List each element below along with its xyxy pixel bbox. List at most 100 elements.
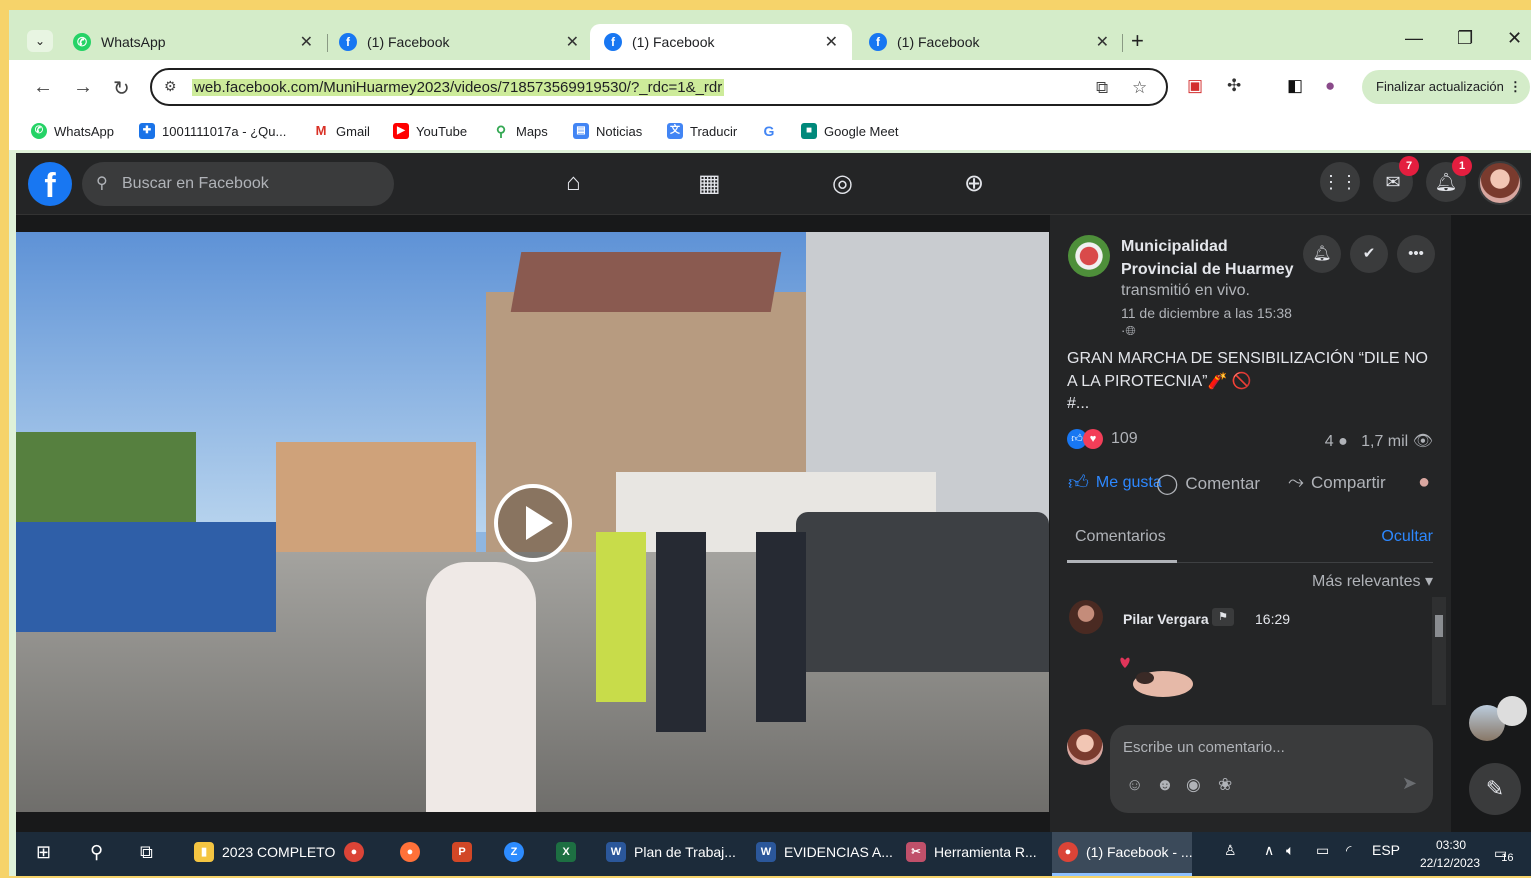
tab-facebook-3[interactable]: f (1) Facebook ✕ <box>855 24 1123 60</box>
site-info-icon[interactable]: ⚙ <box>164 78 177 95</box>
excel-icon[interactable]: X <box>556 842 584 862</box>
more-options-button[interactable]: ••• <box>1397 235 1435 273</box>
back-button[interactable]: ← <box>33 76 53 99</box>
windows-start-icon[interactable]: ⊞ <box>36 842 51 863</box>
wifi-icon[interactable]: ◜ <box>1346 842 1351 859</box>
see-more-link[interactable]: #... <box>1067 395 1089 413</box>
comment-button[interactable]: ◯ Comentar <box>1156 471 1260 496</box>
bookmark-whatsapp[interactable]: ✆ WhatsApp <box>31 123 114 139</box>
messenger-icon[interactable]: ✉ 7 <box>1373 156 1419 202</box>
avatar-sticker-icon[interactable]: ☺ <box>1126 775 1143 795</box>
reload-button[interactable]: ↻ <box>113 76 130 101</box>
play-button[interactable] <box>494 484 572 562</box>
page-name-link[interactable]: Municipalidad Provincial de Huarmey <box>1121 235 1301 281</box>
task-view-icon[interactable]: ⧉ <box>140 842 153 863</box>
extensions-icon[interactable]: ✣ <box>1227 76 1241 96</box>
post-stats[interactable]: 4 ● 1,7 mil 👁︎ <box>1325 431 1433 451</box>
save-button[interactable]: ✔ <box>1350 235 1388 273</box>
comment-author-name[interactable]: Pilar Vergara <box>1123 611 1209 627</box>
search-icon[interactable]: ⚲ <box>90 842 103 863</box>
forward-button[interactable]: → <box>73 76 93 99</box>
tray-chevron-icon[interactable]: ∧ <box>1264 842 1274 859</box>
comments-scrollbar[interactable] <box>1432 597 1446 705</box>
address-bar[interactable]: ⚙ web.facebook.com/MuniHuarmey2023/video… <box>150 68 1168 106</box>
close-icon[interactable]: ✕ <box>300 32 313 52</box>
tab-comments[interactable]: Comentarios <box>1075 528 1166 546</box>
bookmark-gmail[interactable]: M Gmail <box>313 123 370 139</box>
send-icon[interactable]: ➤ <box>1402 773 1417 794</box>
install-app-icon[interactable]: ⧉ <box>1096 78 1108 98</box>
new-tab-button[interactable]: + <box>1131 28 1144 54</box>
taskbar-word-plan[interactable]: W Plan de Trabaj... <box>606 842 736 862</box>
zoom-icon[interactable]: Z <box>504 842 532 862</box>
close-icon[interactable]: ✕ <box>825 32 838 52</box>
gaming-icon[interactable]: ⊕ <box>964 169 984 198</box>
profile-icon[interactable]: ● <box>1325 76 1335 96</box>
powerpoint-icon[interactable]: P <box>452 842 480 862</box>
like-button[interactable]: 👍︎ Me gusta <box>1068 471 1162 495</box>
notify-bell-button[interactable]: 🔔︎ <box>1303 235 1341 273</box>
restore-button[interactable]: ❐ <box>1457 28 1473 49</box>
sticker-icon[interactable]: ❀ <box>1218 775 1232 795</box>
new-message-button[interactable]: ✎ <box>1469 763 1521 815</box>
update-button[interactable]: Finalizar actualización ⋮ <box>1362 70 1530 104</box>
taskbar-folder[interactable]: ▮ 2023 COMPLETO <box>194 842 335 862</box>
tab-facebook-1[interactable]: f (1) Facebook ✕ <box>325 24 593 60</box>
tab-search-button[interactable]: ⌄ <box>27 30 53 52</box>
bookmark-translate[interactable]: 文 Traducir <box>667 123 737 139</box>
comment-time[interactable]: 16:29 <box>1255 611 1290 627</box>
comment-composer[interactable]: ☺ ☻ ◉ ❀ ➤ <box>1110 725 1433 813</box>
emoji-icon[interactable]: ☻ <box>1156 775 1174 795</box>
notification-center[interactable]: ▭ 16 <box>1494 842 1513 865</box>
share-button[interactable]: ⤳ Compartir <box>1288 471 1386 494</box>
url-text[interactable]: web.facebook.com/MuniHuarmey2023/videos/… <box>192 79 725 96</box>
close-icon[interactable]: ✕ <box>1096 32 1109 52</box>
hide-comments-link[interactable]: Ocultar <box>1381 528 1433 546</box>
battery-icon[interactable]: ▭ <box>1316 842 1329 859</box>
bookmark-google-meet[interactable]: ■ Google Meet <box>801 123 898 139</box>
close-icon[interactable]: ✕ <box>566 32 579 52</box>
bookmark-maps[interactable]: ⚲ Maps <box>493 123 548 139</box>
comment-input[interactable] <box>1123 737 1413 757</box>
home-icon[interactable]: ⌂ <box>566 169 581 197</box>
facebook-search[interactable]: ⚲ Buscar en Facebook <box>82 162 394 206</box>
language-indicator[interactable]: ESP <box>1372 842 1400 858</box>
comment-sort-dropdown[interactable]: Más relevantes ▾ <box>1312 571 1433 591</box>
tab-whatsapp[interactable]: ✆ WhatsApp ✕ <box>59 24 327 60</box>
react-as-avatar[interactable]: ● <box>1418 471 1437 494</box>
bookmark-star-icon[interactable]: ☆ <box>1132 78 1147 98</box>
bookmark-label: YouTube <box>416 123 468 139</box>
groups-icon[interactable]: ◎ <box>832 169 853 198</box>
reactions-summary[interactable]: 👍︎ ♥ 109 <box>1067 429 1138 449</box>
page-avatar[interactable] <box>1068 235 1110 277</box>
clock-time[interactable]: 03:30 <box>1421 838 1481 852</box>
scrollbar-thumb[interactable] <box>1435 615 1443 637</box>
minimize-button[interactable]: — <box>1405 28 1423 49</box>
menu-grid-icon[interactable]: ⋮⋮ <box>1320 162 1360 202</box>
marketplace-icon[interactable]: ▦ <box>698 169 721 198</box>
volume-icon[interactable]: 🔈︎ <box>1286 842 1294 859</box>
pdf-extension-icon[interactable]: ▣ <box>1187 76 1203 96</box>
video-player[interactable] <box>16 232 1049 812</box>
bookmark-document[interactable]: ✚ 1001111017a - ¿Qu... <box>139 123 286 139</box>
taskbar-snipping-tool[interactable]: ✂ Herramienta R... <box>906 842 1037 862</box>
comment-author-avatar[interactable] <box>1069 600 1103 634</box>
bookmark-google[interactable]: G <box>761 123 784 139</box>
account-avatar[interactable] <box>1478 161 1522 205</box>
people-icon[interactable]: ♙ <box>1224 842 1237 859</box>
tab-facebook-active[interactable]: f (1) Facebook ✕ <box>590 24 852 60</box>
facebook-logo-icon[interactable]: f <box>28 162 72 206</box>
taskbar-word-evidencias[interactable]: W EVIDENCIAS A... <box>756 842 893 862</box>
camera-icon[interactable]: ◉ <box>1186 775 1201 795</box>
bookmark-news[interactable]: ▤ Noticias <box>573 123 642 139</box>
notifications-bell-icon[interactable]: 🔔︎ 1 <box>1426 156 1472 202</box>
taskbar-chrome-facebook[interactable]: ● (1) Facebook - ... <box>1058 842 1193 862</box>
clock-date[interactable]: 22/12/2023 <box>1410 856 1490 870</box>
chrome-icon[interactable]: ● <box>344 842 372 862</box>
close-window-button[interactable]: ✕ <box>1507 28 1522 49</box>
side-panel-icon[interactable]: ◧ <box>1287 76 1303 96</box>
bookmark-youtube[interactable]: ▶ YouTube <box>393 123 467 139</box>
firefox-icon[interactable]: ● <box>400 842 428 862</box>
post-date[interactable]: 11 de diciembre a las 15:38 <box>1121 305 1292 321</box>
contact-avatar[interactable] <box>1497 696 1527 726</box>
